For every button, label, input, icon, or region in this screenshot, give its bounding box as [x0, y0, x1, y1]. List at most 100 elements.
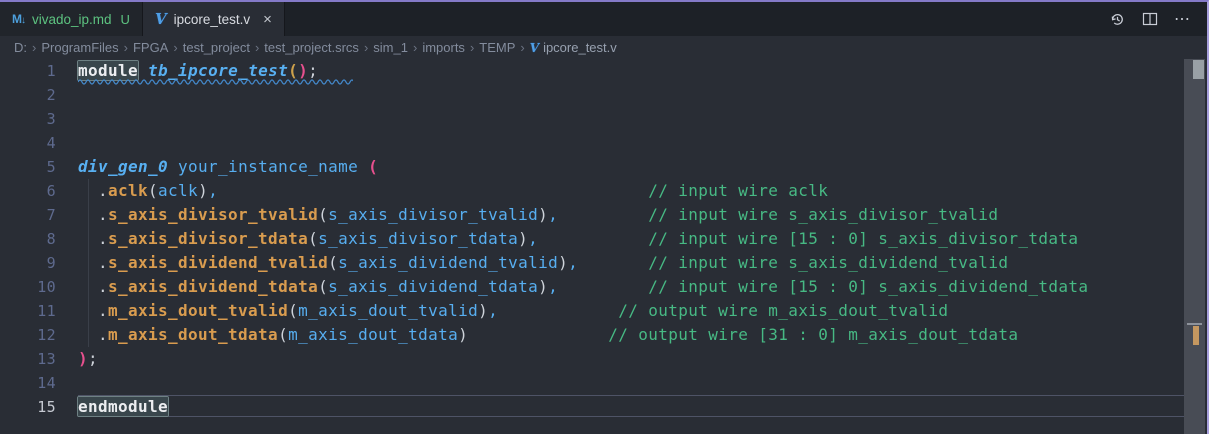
code-token: aclk [158, 181, 198, 200]
code-line[interactable]: endmodule [78, 395, 1184, 419]
code-token: ( [148, 181, 158, 200]
code-editor[interactable]: 123456789101112131415 module tb_ipcore_t… [0, 59, 1205, 434]
breadcrumb-item[interactable]: TEMP [479, 40, 515, 55]
code-token: s_axis_divisor_tvalid [108, 205, 318, 224]
breadcrumb-item[interactable]: sim_1 [373, 40, 408, 55]
split-editor-icon[interactable] [1142, 11, 1158, 27]
code-line[interactable]: .s_axis_divisor_tvalid(s_axis_divisor_tv… [78, 203, 1184, 227]
chevron-right-icon: › [364, 40, 368, 55]
line-number: 1 [0, 59, 78, 83]
verilog-icon: V [530, 41, 539, 55]
code-line[interactable]: .s_axis_divisor_tdata(s_axis_divisor_tda… [78, 227, 1184, 251]
code-token: , [568, 253, 578, 272]
breadcrumb-item[interactable]: Vipcore_test.v [530, 40, 617, 55]
code-line[interactable]: .m_axis_dout_tvalid(m_axis_dout_tvalid),… [78, 299, 1184, 323]
code-token: ( [308, 229, 318, 248]
code-token: . [78, 325, 108, 344]
code-line[interactable]: div_gen_0 your_instance_name ( [78, 155, 1184, 179]
verilog-icon: V [155, 10, 167, 28]
code-token: ( [318, 205, 328, 224]
code-token: , [548, 277, 558, 296]
code-content: module tb_ipcore_test(); div_gen_0 your_i… [78, 59, 1184, 419]
code-token: . [78, 205, 108, 224]
breadcrumb-item[interactable]: imports [422, 40, 465, 55]
code-line[interactable]: .s_axis_dividend_tvalid(s_axis_dividend_… [78, 251, 1184, 275]
code-token: ) [478, 301, 488, 320]
code-token: // input wire [15 : 0] s_axis_divisor_td… [648, 229, 1078, 248]
chevron-right-icon: › [124, 40, 128, 55]
code-token [558, 205, 648, 224]
code-token: ) [558, 253, 568, 272]
code-line[interactable] [78, 107, 1184, 131]
code-token [218, 181, 648, 200]
code-line[interactable] [78, 371, 1184, 395]
chevron-right-icon: › [255, 40, 259, 55]
chevron-right-icon: › [413, 40, 417, 55]
code-line[interactable] [78, 131, 1184, 155]
code-token: ( [328, 253, 338, 272]
scrollbar[interactable] [1184, 59, 1205, 434]
code-token: ) [538, 205, 548, 224]
indent-guide [88, 179, 89, 347]
tab-title: vivado_ip.md [32, 12, 112, 27]
close-icon[interactable]: × [263, 11, 272, 28]
code-token: ; [308, 61, 318, 80]
code-token: ( [318, 277, 328, 296]
code-token: s_axis_dividend_tdata [108, 277, 318, 296]
line-number: 14 [0, 371, 78, 395]
code-token: ( [278, 325, 288, 344]
code-token: ) [78, 349, 88, 368]
line-number: 4 [0, 131, 78, 155]
code-token [558, 277, 648, 296]
line-number-gutter: 123456789101112131415 [0, 59, 78, 419]
git-status-badge: U [121, 12, 130, 27]
code-token: . [78, 229, 108, 248]
chevron-right-icon: › [173, 40, 177, 55]
code-token: . [78, 253, 108, 272]
breadcrumb-item[interactable]: ProgramFiles [41, 40, 118, 55]
breadcrumb-item[interactable]: test_project.srcs [264, 40, 359, 55]
code-line[interactable]: .s_axis_dividend_tdata(s_axis_dividend_t… [78, 275, 1184, 299]
breadcrumb: D: › ProgramFiles › FPGA › test_project › test_p… [0, 36, 1207, 59]
code-token: ( [288, 301, 298, 320]
code-token: // input wire s_axis_divisor_tvalid [648, 205, 998, 224]
line-number: 5 [0, 155, 78, 179]
line-number: 10 [0, 275, 78, 299]
code-token: s_axis_dividend_tdata [328, 277, 538, 296]
timeline-history-icon[interactable] [1109, 11, 1126, 28]
breadcrumb-item[interactable]: D: [14, 40, 27, 55]
chevron-right-icon: › [520, 40, 524, 55]
code-token: module [78, 61, 138, 80]
code-line[interactable]: .aclk(aclk), // input wire aclk [78, 179, 1184, 203]
code-token: div_gen_0 [78, 157, 168, 176]
code-line[interactable]: module tb_ipcore_test(); [78, 59, 1184, 83]
code-token: ) [538, 277, 548, 296]
code-line[interactable] [78, 83, 1184, 107]
line-number: 15 [0, 395, 78, 419]
overview-ruler-marker-top [1193, 60, 1204, 79]
breadcrumb-item[interactable]: test_project [183, 40, 250, 55]
code-token: , [208, 181, 218, 200]
tab-strip-empty [285, 2, 1109, 36]
line-number: 11 [0, 299, 78, 323]
code-token: ( [368, 157, 378, 176]
markdown-icon: M↓ [12, 12, 25, 26]
more-actions-icon[interactable]: ⋯ [1174, 9, 1191, 29]
code-token: s_axis_dividend_tvalid [108, 253, 328, 272]
line-number: 7 [0, 203, 78, 227]
chevron-right-icon: › [470, 40, 474, 55]
code-token: ) [298, 61, 308, 80]
code-token: // input wire [15 : 0] s_axis_dividend_t… [648, 277, 1088, 296]
overview-ruler-line [1187, 323, 1202, 325]
code-token [538, 229, 648, 248]
code-token: endmodule [78, 397, 168, 416]
code-line[interactable]: .m_axis_dout_tdata(m_axis_dout_tdata) //… [78, 323, 1184, 347]
code-line[interactable]: ); [78, 347, 1184, 371]
code-token [358, 157, 368, 176]
tab-vivado-ip-md[interactable]: M↓ vivado_ip.md U [0, 2, 143, 36]
line-number: 6 [0, 179, 78, 203]
breadcrumb-item[interactable]: FPGA [133, 40, 168, 55]
tab-ipcore-test-v[interactable]: V ipcore_test.v × [143, 2, 285, 36]
code-token: your_instance_name [178, 157, 358, 176]
code-token [578, 253, 648, 272]
